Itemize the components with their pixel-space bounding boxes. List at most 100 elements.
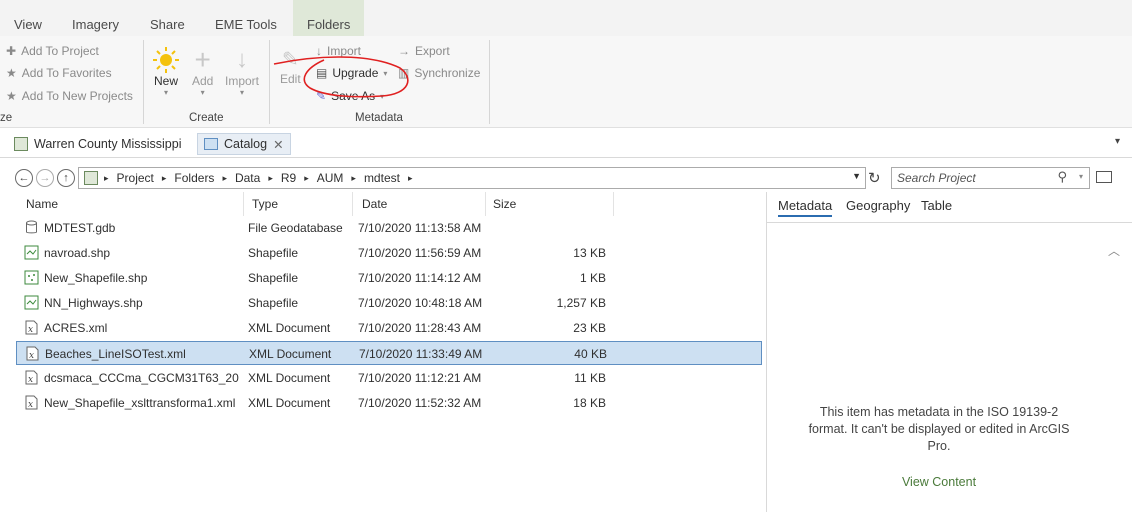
chevron-down-icon: ▾ (163, 88, 168, 97)
address-bar[interactable]: ▸ Project ▸ Folders ▸ Data ▸ R9 ▸ AUM ▸ mdtes… (78, 167, 866, 189)
search-icon[interactable]: ⚲ (1057, 169, 1067, 185)
file-date: 7/10/2020 11:12:21 AM (358, 371, 482, 385)
table-row[interactable]: x Beaches_LineISOTest.xml XML Document 7/10… (16, 341, 762, 365)
column-header-type[interactable]: Type (252, 192, 278, 216)
add-to-new-projects-button[interactable]: ★ Add To New Projects (6, 89, 133, 103)
table-row[interactable]: x dcsmaca_CCCma_CGCM31T63_20C3 XML Documen… (16, 366, 762, 390)
column-header-name[interactable]: Name (26, 192, 58, 216)
file-size: 11 KB (574, 371, 606, 385)
view-content-link[interactable]: View Content (767, 475, 1111, 489)
tab-eme-tools[interactable]: EME Tools (215, 17, 277, 32)
breadcrumb-item[interactable]: Project (117, 171, 154, 185)
close-icon[interactable]: ✕ (273, 137, 283, 152)
plus-icon: + (194, 44, 211, 75)
table-row[interactable]: MDTEST.gdb File Geodatabase 7/10/2020 11:1… (16, 216, 762, 240)
tab-view[interactable]: View (14, 17, 42, 32)
file-name: navroad.shp (44, 246, 111, 260)
breadcrumb-item[interactable]: mdtest (364, 171, 400, 185)
favorites-group-label: ze (0, 112, 13, 124)
breadcrumb: ▸ Project ▸ Folders ▸ Data ▸ R9 ▸ AUM ▸ mdtes… (104, 171, 413, 185)
breadcrumb-item[interactable]: R9 (281, 171, 296, 185)
plus-icon: ✚ (6, 44, 17, 58)
breadcrumb-item[interactable]: Data (235, 171, 260, 185)
file-type: XML Document (249, 347, 332, 361)
file-type: XML Document (248, 396, 331, 410)
chevron-down-icon: ▾ (240, 88, 245, 97)
chevron-down-icon[interactable]: ▾ (1079, 172, 1083, 181)
file-name: Beaches_LineISOTest.xml (45, 347, 186, 361)
table-row[interactable]: navroad.shp Shapefile 7/10/2020 11:56:59 A… (16, 241, 762, 265)
file-name: NN_Highways.shp (44, 296, 143, 310)
document-tab-bar: Warren County Mississippi Catalog ✕ ▾ (0, 128, 1132, 158)
arrow-down-icon: ↓ (236, 46, 248, 73)
group-separator (489, 40, 490, 124)
column-header-size[interactable]: Size (493, 192, 516, 216)
tab-share[interactable]: Share (150, 17, 185, 32)
svg-text:x: x (28, 400, 33, 410)
line-shapefile-icon (24, 295, 39, 310)
line-shapefile-icon (24, 245, 39, 260)
back-button[interactable]: ← (15, 169, 33, 187)
file-type: Shapefile (248, 296, 299, 310)
file-size: 18 KB (573, 396, 606, 410)
create-group-label: Create (189, 112, 224, 124)
tab-catalog[interactable]: Catalog ✕ (197, 133, 291, 155)
tab-warren-county-map[interactable]: Warren County Mississippi (8, 133, 188, 155)
file-date: 7/10/2020 10:48:18 AM (358, 296, 483, 310)
file-size: 1,257 KB (556, 296, 606, 310)
chevron-down-icon[interactable]: ▾ (1115, 136, 1120, 147)
table-row[interactable]: NN_Highways.shp Shapefile 7/10/2020 10:48:… (16, 291, 762, 315)
svg-text:x: x (29, 351, 34, 361)
add-to-project-button[interactable]: ✚ Add To Project (6, 44, 99, 58)
breadcrumb-item[interactable]: Folders (174, 171, 214, 185)
up-button[interactable]: ↑ (57, 169, 75, 187)
file-size: 1 KB (579, 271, 606, 285)
search-input[interactable]: Search Project ⚲ ▾ (891, 167, 1090, 189)
file-date: 7/10/2020 11:28:43 AM (358, 321, 482, 335)
file-name: dcsmaca_CCCma_CGCM31T63_20C3 (44, 371, 239, 385)
project-icon (84, 171, 98, 185)
view-toggle-icon[interactable] (1096, 171, 1112, 183)
file-name: MDTEST.gdb (44, 221, 116, 235)
column-header-date[interactable]: Date (362, 192, 387, 216)
tab-imagery[interactable]: Imagery (72, 17, 119, 32)
tab-geography[interactable]: Geography (846, 198, 910, 213)
refresh-icon[interactable]: ↻ (868, 169, 881, 187)
forward-button[interactable]: → (36, 169, 54, 187)
file-type: Shapefile (248, 246, 299, 260)
table-row[interactable]: x ACRES.xml XML Document 7/10/2020 11:28:43… (16, 316, 762, 340)
map-icon (14, 137, 28, 151)
breadcrumb-item[interactable]: AUM (317, 171, 344, 185)
new-button[interactable]: New ▾ (152, 46, 180, 97)
file-size: 13 KB (573, 246, 606, 260)
tab-metadata[interactable]: Metadata (778, 198, 833, 217)
group-separator (269, 40, 270, 124)
star-plus-icon: ★ (6, 89, 17, 103)
file-type: File Geodatabase (248, 221, 343, 235)
file-name: ACRES.xml (44, 321, 108, 335)
xml-icon: x (24, 370, 39, 385)
file-type: XML Document (248, 371, 331, 385)
xml-icon: x (25, 346, 40, 361)
xml-icon: x (24, 395, 39, 410)
add-button[interactable]: + Add ▾ (192, 44, 213, 98)
file-size: 23 KB (573, 321, 606, 335)
svg-text:x: x (28, 325, 33, 335)
chevron-up-icon[interactable]: ︿ (1108, 242, 1120, 259)
tab-table[interactable]: Table (921, 198, 952, 213)
file-type: Shapefile (248, 271, 299, 285)
address-row: ← → ↑ ▸ Project ▸ Folders ▸ Data ▸ R9 ▸ AUM ▸… (0, 165, 1132, 191)
import-button[interactable]: ↓ Import ▾ (225, 46, 259, 97)
chevron-down-icon: ▾ (200, 88, 205, 97)
add-to-favorites-button[interactable]: ★ Add To Favorites (6, 66, 112, 80)
ribbon: ✚ Add To Project ★ Add To Favorites ★ Add T… (0, 36, 1132, 128)
file-date: 7/10/2020 11:14:12 AM (358, 271, 482, 285)
svg-text:x: x (28, 375, 33, 385)
ribbon-tab-bar: View Imagery Share EME Tools Folders (0, 0, 1132, 36)
chevron-down-icon[interactable]: ▼ (852, 171, 861, 181)
tab-folders[interactable]: Folders (293, 0, 365, 36)
table-row[interactable]: x New_Shapefile_xslttransforma1.xml XML Do… (16, 391, 762, 415)
table-row[interactable]: New_Shapefile.shp Shapefile 7/10/2020 11:1… (16, 266, 762, 290)
group-separator (143, 40, 144, 124)
file-date: 7/10/2020 11:52:32 AM (358, 396, 482, 410)
